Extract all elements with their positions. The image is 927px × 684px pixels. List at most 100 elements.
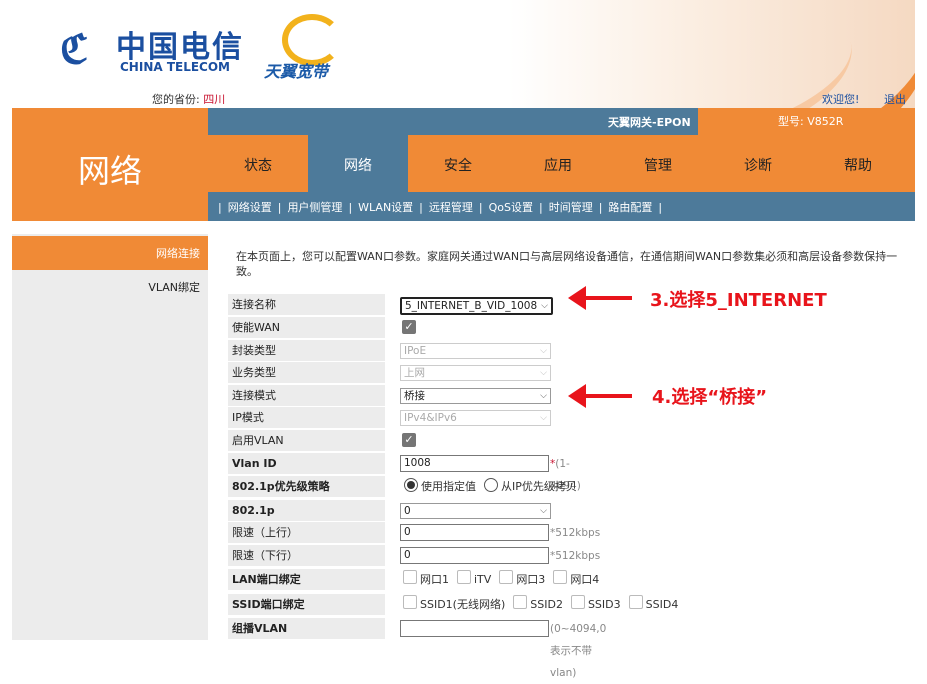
submenu-wlan[interactable]: WLAN设置 (358, 201, 413, 214)
divider: | (348, 201, 353, 214)
sidebar-item-vlan-binding[interactable]: VLAN绑定 (12, 270, 208, 304)
submenu-time[interactable]: 时间管理 (549, 201, 593, 214)
province-value: 四川 (203, 93, 226, 106)
conn-mode-label: 连接模式 (228, 385, 385, 406)
vlan-id-input[interactable]: 1008 (400, 455, 549, 472)
divider: | (419, 201, 423, 214)
up-limit-input[interactable]: 0 (400, 524, 549, 541)
model-box: 型号: V852R (698, 108, 915, 135)
p8021-label: 802.1p (228, 500, 385, 521)
header-decoration (560, 0, 915, 108)
divider: | (277, 201, 282, 214)
annotation-step3: 3.选择5_INTERNET (650, 290, 827, 311)
sidebar: 网络连接 VLAN绑定 (12, 234, 208, 640)
row-down-limit: 限速（下行） 0 *512kbps (228, 545, 858, 567)
divider: | (658, 201, 663, 214)
lan1-checkbox[interactable] (403, 570, 417, 584)
submenu-remote[interactable]: 远程管理 (429, 201, 473, 214)
down-limit-input[interactable]: 0 (400, 547, 549, 564)
enable-vlan-checkbox[interactable]: ✓ (402, 433, 416, 447)
row-vlan-id: Vlan ID 1008 *(1-4094) (228, 453, 858, 492)
menu-security[interactable]: 安全 (408, 135, 508, 192)
row-8021p: 802.1p 0 ⌵ (228, 500, 858, 522)
menu-network[interactable]: 网络 (308, 135, 408, 192)
sidebar-item-label: 网络连接 (156, 247, 200, 260)
main-menu: 状态 网络 安全 应用 管理 诊断 帮助 (208, 135, 915, 192)
device-info-bar: 天翼网关-EPON 型号: V852R (208, 108, 915, 135)
row-mcast-vlan: 组播VLAN (0~4094,0表示不带vlan) (228, 618, 858, 679)
menu-application[interactable]: 应用 (508, 135, 608, 192)
service-label: 业务类型 (228, 362, 385, 383)
submenu-qos[interactable]: QoS设置 (489, 201, 533, 214)
ssid4-checkbox[interactable] (628, 595, 643, 609)
annotation-step4: 4.选择“桥接” (652, 387, 768, 408)
menu-diagnosis[interactable]: 诊断 (708, 135, 808, 192)
sidebar-item-network-connection[interactable]: 网络连接 (12, 236, 208, 270)
model-label: 型号: V852R (778, 115, 844, 128)
vlan-id-label: Vlan ID (228, 453, 385, 474)
brand-name-en: CHINA TELECOM (120, 60, 230, 74)
mcast-vlan-label: 组播VLAN (228, 618, 385, 639)
row-ssid-bind: SSID端口绑定 SSID1(无线网络) SSID2 SSID3 SSID4 (228, 594, 858, 616)
itv-label: iTV (474, 573, 492, 586)
chevron-down-icon: ⌵ (541, 301, 548, 311)
down-limit-hint: *512kbps (550, 545, 600, 567)
page-header: ℭ 中国电信 CHINA TELECOM 天翼宽带 您的省份: 四川 欢迎您! … (12, 0, 915, 108)
chevron-down-icon: ⌵ (540, 506, 547, 516)
ssid2-checkbox[interactable] (513, 595, 528, 609)
submenu-route[interactable]: 路由配置 (608, 201, 652, 214)
chevron-down-icon: ⌵ (540, 346, 547, 356)
divider: | (218, 201, 222, 214)
lan1-label: 网口1 (420, 573, 449, 586)
down-limit-label: 限速（下行） (228, 545, 385, 566)
ssid1-checkbox[interactable] (403, 595, 417, 609)
enable-vlan-label: 启用VLAN (228, 430, 385, 451)
row-lan-bind: LAN端口绑定 网口1 iTV 网口3 网口4 (228, 569, 858, 591)
lan-bind-label: LAN端口绑定 (228, 569, 385, 590)
option-copy-ip: 从IP优先级拷贝 (501, 480, 577, 493)
enable-wan-checkbox[interactable]: ✓ (402, 320, 416, 334)
ssid2-label: SSID2 (530, 598, 563, 611)
submenu-network-settings[interactable]: 网络设置 (228, 201, 272, 214)
conn-mode-select[interactable]: 桥接 ⌵ (400, 388, 551, 404)
chevron-down-icon: ⌵ (540, 391, 547, 401)
ip-mode-label: IP模式 (228, 407, 385, 428)
logout-link[interactable]: 退出 (884, 91, 906, 107)
conn-name-select[interactable]: 5_INTERNET_B_VID_1008 ⌵ (400, 297, 553, 315)
ssid3-checkbox[interactable] (570, 595, 585, 609)
priority-policy-label: 802.1p优先级策略 (228, 476, 385, 497)
option-use-value: 使用指定值 (421, 480, 476, 493)
lan4-checkbox[interactable] (553, 570, 568, 584)
itv-checkbox[interactable] (457, 570, 471, 584)
priority-policy-field: 使用指定值 从IP优先级拷贝 (404, 476, 585, 498)
down-limit-unit: 512kbps (555, 550, 601, 562)
submenu-user-side[interactable]: 用户侧管理 (287, 201, 342, 214)
menu-help[interactable]: 帮助 (808, 135, 908, 192)
mcast-vlan-input[interactable] (400, 620, 549, 637)
page-description: 在本页面上，您可以配置WAN口参数。家庭网关通过WAN口与高层网络设备通信，在通… (236, 250, 898, 278)
menu-status[interactable]: 状态 (208, 135, 308, 192)
annotation-arrow-icon (568, 286, 632, 310)
row-enable-vlan: 启用VLAN ✓ (228, 430, 858, 452)
ip-mode-value: IPv4&IPv6 (404, 412, 457, 424)
province-label: 您的省份: (152, 93, 200, 106)
mcast-vlan-hint: (0~4094,0表示不带vlan) (550, 623, 607, 679)
radio-use-value[interactable] (404, 478, 418, 492)
welcome-text: 欢迎您! (822, 93, 860, 106)
province-info: 您的省份: 四川 (152, 91, 225, 107)
ssid-bind-field: SSID1(无线网络) SSID2 SSID3 SSID4 (403, 594, 686, 616)
menu-management[interactable]: 管理 (608, 135, 708, 192)
lan3-checkbox[interactable] (499, 570, 514, 584)
p8021-select[interactable]: 0 ⌵ (400, 503, 551, 519)
main-content: 在本页面上，您可以配置WAN口参数。家庭网关通过WAN口与高层网络设备通信，在通… (208, 221, 915, 679)
section-title: 网络 (78, 152, 143, 190)
row-priority-policy: 802.1p优先级策略 使用指定值 从IP优先级拷贝 (228, 476, 858, 498)
radio-copy-ip[interactable] (484, 478, 498, 492)
china-telecom-logo-icon: ℭ (60, 26, 89, 73)
lan4-label: 网口4 (570, 573, 600, 586)
divider: | (598, 201, 603, 214)
ssid1-label: SSID1(无线网络) (420, 598, 506, 611)
encap-select: IPoE ⌵ (400, 343, 551, 359)
ssid4-label: SSID4 (645, 598, 679, 611)
row-ip-mode: IP模式 IPv4&IPv6 ⌵ (228, 407, 858, 429)
